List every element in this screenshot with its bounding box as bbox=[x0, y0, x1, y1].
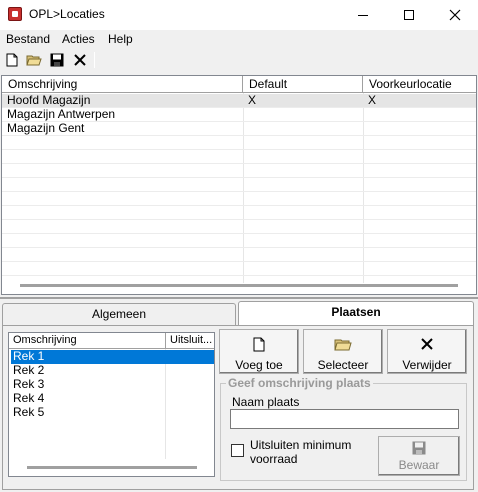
list-item-label: Rek 3 bbox=[13, 377, 45, 391]
close-window-button[interactable] bbox=[432, 0, 478, 30]
tab-plaatsen[interactable]: Plaatsen bbox=[238, 301, 474, 326]
menu-help[interactable]: Help bbox=[108, 32, 133, 46]
open-folder-icon bbox=[334, 336, 352, 352]
window-title: OPL>Locaties bbox=[29, 7, 105, 21]
empty-row bbox=[2, 136, 476, 150]
open-button[interactable] bbox=[26, 52, 42, 68]
minimize-button[interactable] bbox=[340, 0, 386, 30]
naam-plaats-input[interactable] bbox=[230, 409, 459, 429]
maximize-icon bbox=[404, 10, 414, 20]
column-header-uitsluiten[interactable]: Uitsluit... bbox=[166, 333, 214, 349]
column-header-omschrijving[interactable]: Omschrijving bbox=[9, 333, 166, 349]
empty-row bbox=[2, 164, 476, 178]
empty-row bbox=[2, 262, 476, 276]
delete-x-icon bbox=[74, 54, 86, 66]
minimize-icon bbox=[358, 14, 368, 16]
empty-row bbox=[2, 206, 476, 220]
tab-algemeen[interactable]: Algemeen bbox=[2, 303, 236, 325]
list-item-label: Rek 2 bbox=[13, 363, 45, 377]
menu-bestand[interactable]: Bestand bbox=[6, 32, 50, 46]
list-item[interactable]: Rek 5 bbox=[11, 406, 214, 420]
maximize-button[interactable] bbox=[386, 0, 432, 30]
new-button[interactable] bbox=[4, 52, 20, 68]
column-header-voorkeurlocatie[interactable]: Voorkeurlocatie bbox=[363, 76, 476, 93]
title-bar: OPL>Locaties bbox=[0, 0, 478, 30]
voeg-toe-label: Voeg toe bbox=[235, 358, 283, 372]
cell-default bbox=[243, 122, 248, 136]
delete-x-icon bbox=[420, 336, 434, 352]
empty-row bbox=[2, 192, 476, 206]
toolbar-separator bbox=[94, 52, 95, 68]
empty-row bbox=[2, 150, 476, 164]
naam-plaats-label: Naam plaats bbox=[232, 395, 300, 409]
table-row[interactable]: Hoofd Magazijn X X bbox=[2, 94, 476, 108]
horizontal-scrollbar[interactable] bbox=[27, 466, 197, 469]
close-icon bbox=[449, 9, 461, 21]
list-item[interactable]: Rek 4 bbox=[11, 392, 214, 406]
table-row[interactable]: Magazijn Antwerpen bbox=[2, 108, 476, 122]
uitsluiten-label: Uitsluiten minimum voorraad bbox=[250, 438, 352, 466]
new-document-icon bbox=[6, 53, 18, 67]
list-item-label: Rek 1 bbox=[13, 349, 45, 363]
voeg-toe-button[interactable]: Voeg toe bbox=[219, 329, 299, 374]
verwijder-label: Verwijder bbox=[402, 358, 452, 372]
table-row[interactable]: Magazijn Gent bbox=[2, 122, 476, 136]
cell-default bbox=[243, 108, 248, 122]
save-disk-icon bbox=[50, 53, 64, 67]
menu-acties[interactable]: Acties bbox=[62, 32, 95, 46]
selecteer-label: Selecteer bbox=[317, 358, 369, 372]
cell-omschrijving: Magazijn Gent bbox=[7, 121, 85, 135]
bewaar-button[interactable]: Bewaar bbox=[378, 436, 460, 476]
cell-default: X bbox=[248, 93, 257, 107]
toolbar bbox=[0, 49, 478, 72]
column-header-omschrijving[interactable]: Omschrijving bbox=[2, 76, 243, 93]
bewaar-label: Bewaar bbox=[398, 458, 440, 472]
locations-grid[interactable]: Omschrijving Default Voorkeurlocatie Hoo… bbox=[1, 75, 477, 295]
save-disk-icon bbox=[412, 441, 426, 455]
empty-row bbox=[2, 178, 476, 192]
group-title: Geef omschrijving plaats bbox=[226, 376, 373, 390]
list-item-label: Rek 4 bbox=[13, 391, 45, 405]
menu-bar: Bestand Acties Help bbox=[0, 30, 478, 49]
delete-button[interactable] bbox=[72, 52, 88, 68]
verwijder-button[interactable]: Verwijder bbox=[387, 329, 467, 374]
cell-omschrijving: Hoofd Magazijn bbox=[7, 93, 91, 107]
empty-row bbox=[2, 234, 476, 248]
uitsluiten-checkbox[interactable] bbox=[231, 444, 244, 457]
cell-voorkeur bbox=[363, 108, 368, 122]
empty-row bbox=[2, 220, 476, 234]
column-header-default[interactable]: Default bbox=[243, 76, 363, 93]
cell-voorkeur bbox=[363, 122, 368, 136]
list-item[interactable]: Rek 1 bbox=[11, 350, 214, 364]
horizontal-scrollbar[interactable] bbox=[20, 284, 458, 287]
empty-row bbox=[2, 248, 476, 262]
cell-voorkeur: X bbox=[368, 93, 377, 107]
list-item[interactable]: Rek 3 bbox=[11, 378, 214, 392]
cell-omschrijving: Magazijn Antwerpen bbox=[7, 107, 116, 121]
new-document-icon bbox=[252, 336, 266, 352]
open-folder-icon bbox=[26, 55, 42, 66]
list-item[interactable]: Rek 2 bbox=[11, 364, 214, 378]
selecteer-button[interactable]: Selecteer bbox=[303, 329, 383, 374]
plaatsen-list[interactable]: Omschrijving Uitsluit... Rek 1 Rek 2 Rek… bbox=[8, 332, 215, 477]
save-button[interactable] bbox=[49, 52, 65, 68]
list-item-label: Rek 5 bbox=[13, 405, 45, 419]
app-icon bbox=[8, 7, 22, 21]
